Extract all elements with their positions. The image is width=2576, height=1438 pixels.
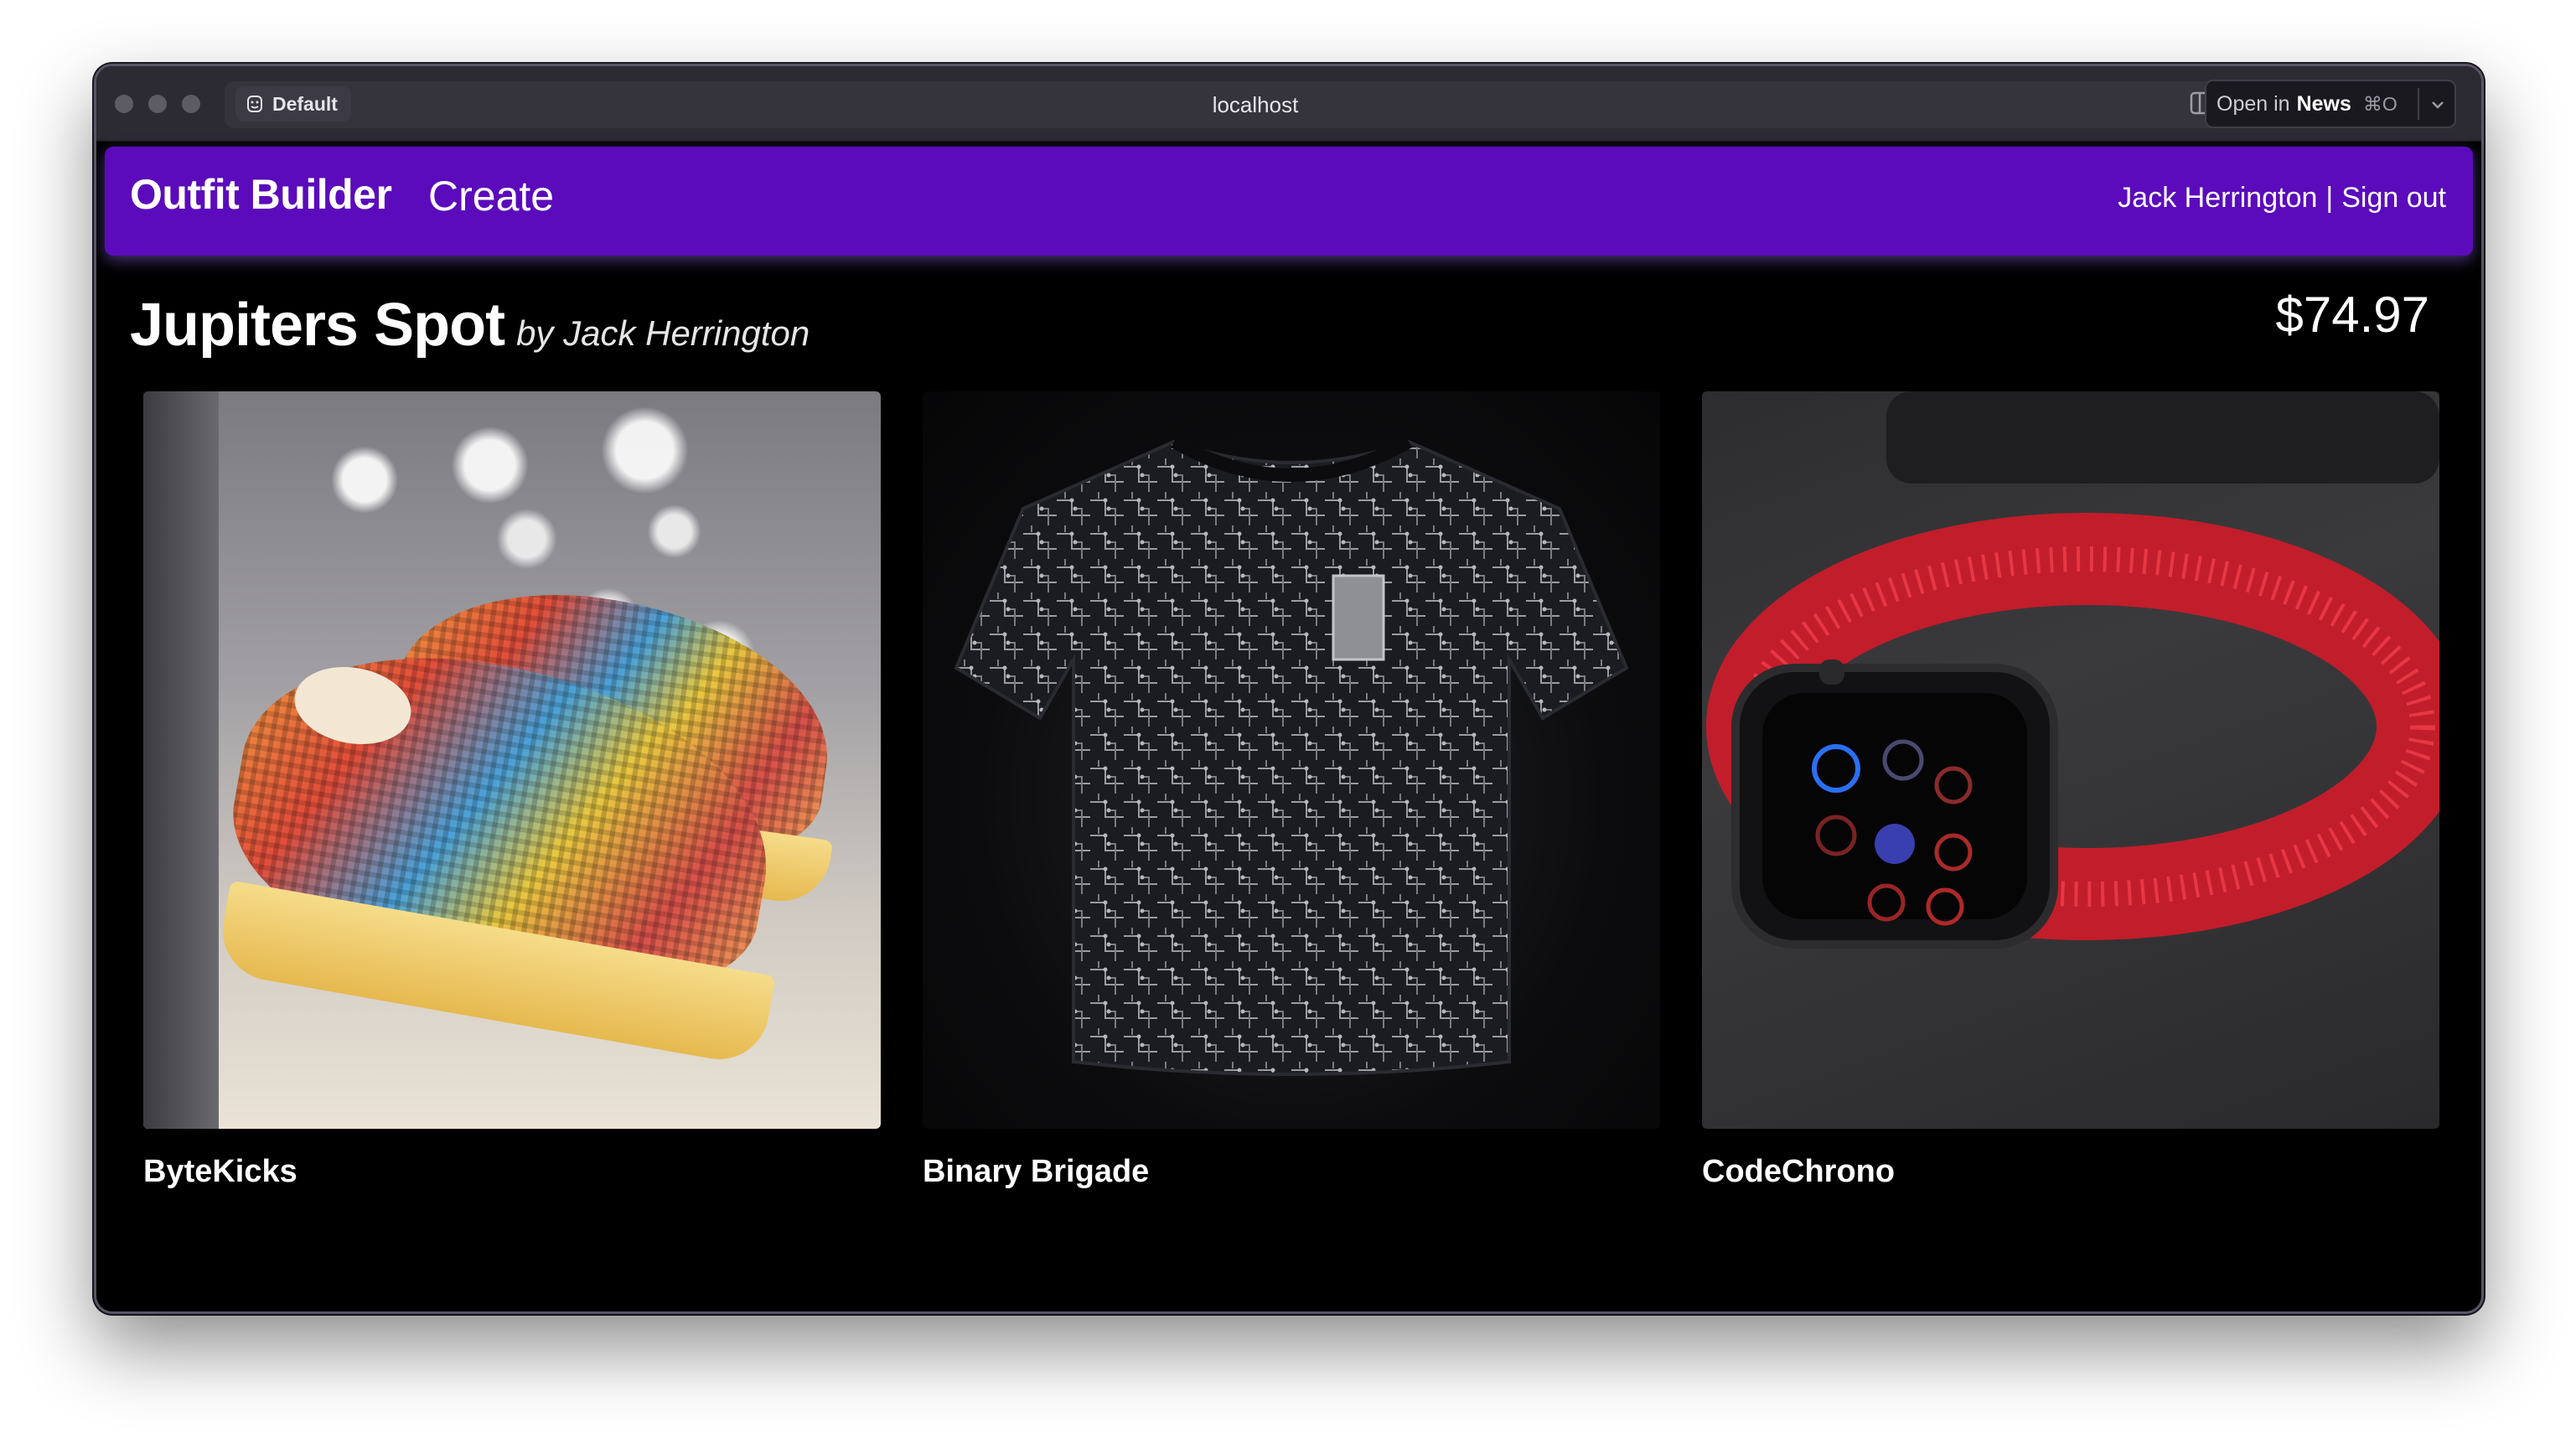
address-text: localhost <box>1212 92 1299 117</box>
window-controls <box>115 95 200 113</box>
zoom-window-button[interactable] <box>182 95 200 113</box>
profile-icon <box>246 95 264 113</box>
shirt-image[interactable] <box>923 391 1660 1129</box>
sign-out-link[interactable]: Sign out <box>2341 182 2446 215</box>
product-card[interactable]: ByteKicks <box>143 391 881 1190</box>
user-menu: Jack Herrington | Sign out <box>2118 182 2446 215</box>
product-name[interactable]: CodeChrono <box>1702 1154 2439 1190</box>
outfit-price: $74.97 <box>2275 287 2429 343</box>
profile-button[interactable]: Default <box>235 86 351 122</box>
chevron-down-icon[interactable] <box>2426 93 2449 116</box>
product-card[interactable]: CodeChrono <box>1702 391 2439 1190</box>
product-name[interactable]: ByteKicks <box>143 1154 881 1190</box>
user-menu-separator: | <box>2325 182 2334 214</box>
brand-link[interactable]: Outfit Builder <box>130 170 392 219</box>
watch-image[interactable] <box>1702 391 2439 1129</box>
outfit-author: by Jack Herrington <box>516 313 810 353</box>
browser-toolbar: localhost Default Open in News ⌘O <box>96 66 2481 142</box>
app-navbar: Outfit Builder Create Jack Herrington | … <box>105 147 2473 256</box>
product-card[interactable]: Binary Brigade <box>923 391 1660 1190</box>
create-link[interactable]: Create <box>428 172 554 220</box>
open-in-shortcut: ⌘O <box>2362 92 2398 115</box>
product-grid: ByteKicks Binary Brigade CodeChrono <box>143 391 2439 1189</box>
user-name: Jack Herrington <box>2118 182 2318 214</box>
open-in-prefix: Open in <box>2216 91 2290 116</box>
profile-label: Default <box>272 92 338 115</box>
open-in-app-name: News <box>2296 91 2351 116</box>
outfit-header: Jupiters Spot by Jack Herrington <box>130 291 810 360</box>
browser-window: localhost Default Open in News ⌘O Outfit… <box>94 64 2484 1314</box>
shoes-image[interactable] <box>143 391 881 1129</box>
close-window-button[interactable] <box>115 95 133 113</box>
outfit-title: Jupiters Spot <box>130 292 505 359</box>
minimize-window-button[interactable] <box>148 95 167 113</box>
address-bar[interactable]: localhost <box>225 81 2286 128</box>
product-name[interactable]: Binary Brigade <box>923 1154 1660 1190</box>
open-in-divider <box>2418 88 2419 120</box>
open-in-app-button[interactable]: Open in News ⌘O <box>2205 80 2456 128</box>
